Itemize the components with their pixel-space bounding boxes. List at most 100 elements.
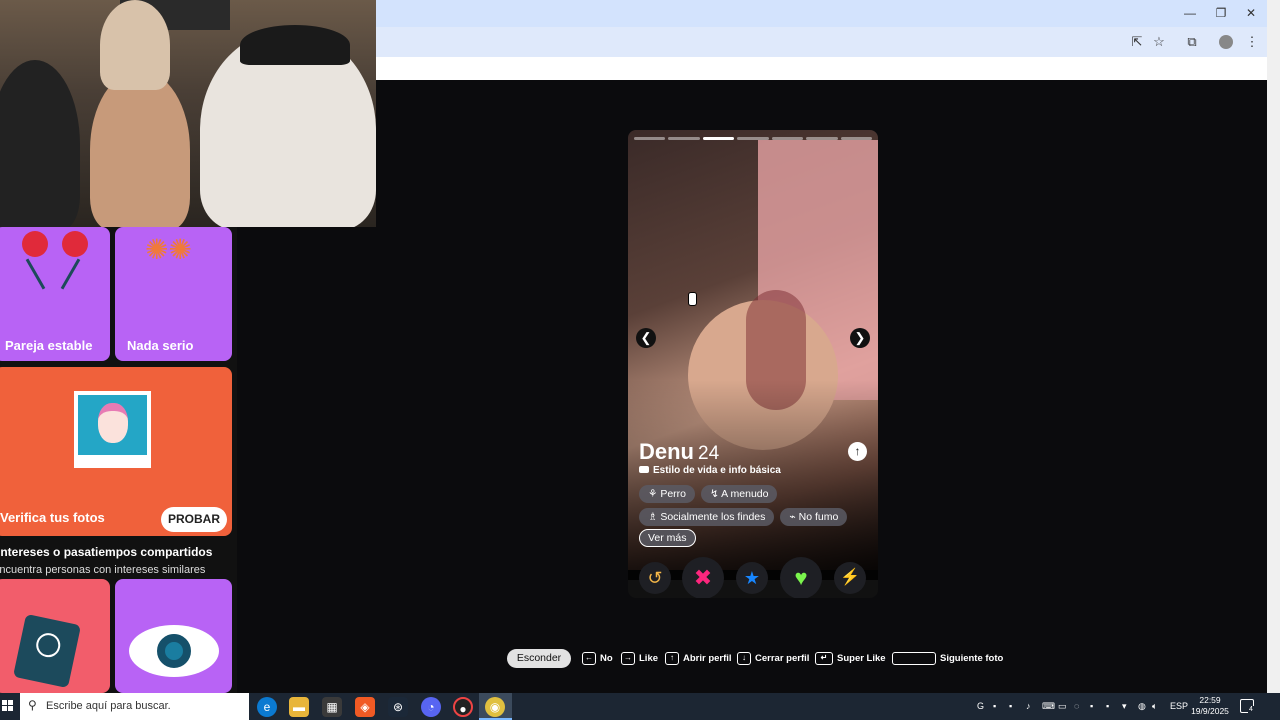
progress-segment [668, 137, 700, 140]
discord-icon[interactable]: ◔ [421, 697, 441, 717]
edge-icon[interactable]: e [257, 697, 277, 717]
webcam-overlay [0, 0, 376, 227]
steam-icon[interactable]: ⊛ [388, 697, 408, 717]
title-bar: — ❐ ✕ [376, 0, 1267, 27]
tag-icon [639, 466, 649, 473]
stem-2 [60, 258, 81, 290]
verify-photo-frame [74, 391, 151, 468]
minimize-button[interactable]: — [1180, 4, 1200, 22]
progress-segment [771, 137, 804, 140]
passport-icon [12, 613, 82, 689]
profile-name: Denu [639, 439, 694, 464]
progress-segment [840, 137, 872, 140]
tile-label: Nada serio [127, 338, 194, 353]
prev-photo-button[interactable]: ❮ [636, 328, 656, 348]
tray-nvidia-icon[interactable]: ▪ [993, 693, 996, 720]
chip-label: Perro [660, 488, 687, 500]
lifestyle-label: Estilo de vida e info básica [653, 465, 781, 476]
clock-date: 19/9/2025 [1191, 706, 1229, 716]
page-scrollbar[interactable] [1267, 0, 1280, 693]
chrome-taskbar-active[interactable]: ◉ [479, 693, 512, 720]
rewind-button[interactable]: ↺ [639, 562, 671, 594]
shortcut-no: ← No [582, 649, 613, 669]
restore-button[interactable]: ❐ [1211, 4, 1231, 22]
tile-pareja-estable[interactable]: Pareja estable [0, 227, 110, 361]
shortcut-label: Super Like [837, 653, 886, 664]
down-arrow-key-icon: ↓ [737, 651, 751, 665]
shortcut-label: Abrir perfil [683, 653, 732, 664]
probar-button[interactable]: PROBAR [161, 507, 227, 532]
screen: — ❐ ✕ ⇱ ☆ ⧉ ⋮ Pareja estable ✺✺ Nada ser… [0, 0, 1280, 720]
microphone-icon[interactable]: ♪ [1026, 693, 1031, 720]
taskbar-search[interactable]: ⚲ Escribe aquí para buscar. [20, 693, 249, 720]
next-photo-button[interactable]: ❯ [850, 328, 870, 348]
tray-antivirus-icon[interactable]: ▾ [1122, 693, 1127, 720]
nope-button[interactable]: ✖ [682, 557, 724, 598]
pupil [157, 634, 191, 668]
tray-app-icon[interactable]: ▪ [1009, 693, 1012, 720]
store-icon[interactable]: ▦ [322, 697, 342, 717]
tray-steam-icon[interactable]: ◌ [1074, 693, 1079, 720]
profile-age: 24 [698, 443, 720, 464]
face-icon [98, 403, 128, 443]
open-profile-button[interactable]: ↑ [848, 442, 867, 461]
shortcut-label: Siguiente foto [940, 653, 1004, 664]
notification-center-icon[interactable]: 4 [1240, 699, 1254, 713]
brave-icon[interactable]: ◈ [355, 697, 375, 717]
section-subtitle: Encuentra personas con intereses similar… [0, 564, 206, 576]
clock-time: 22:59 [1199, 695, 1221, 705]
boost-button[interactable]: ⚡ [834, 562, 866, 594]
tile-nada-serio[interactable]: ✺✺ Nada serio [115, 227, 232, 361]
shortcut-next-photo: Siguiente foto [892, 649, 1003, 669]
shortcut-open-profile: ↑ Abrir perfil [665, 649, 732, 669]
ver-mas-button[interactable]: Ver más [639, 529, 696, 547]
clock[interactable]: 22:59 19/9/2025 [1190, 695, 1230, 717]
shortcut-close-profile: ↓ Cerrar perfil [737, 649, 809, 669]
globe-icon [34, 630, 63, 660]
tray-keyboard-icon[interactable]: ⌨ [1042, 693, 1055, 720]
esconder-button[interactable]: Esconder [507, 649, 571, 668]
volume-icon[interactable]: 🔈︎ [1152, 693, 1157, 720]
tray-red-icon[interactable]: ▪ [1106, 693, 1109, 720]
taskbar: ⚲ Escribe aquí para buscar. e ▬ ▦ ◈ ⊛ ◔ … [0, 693, 1280, 720]
close-button[interactable]: ✕ [1241, 4, 1261, 22]
verify-label: Verifica tus fotos [0, 510, 105, 525]
up-arrow-key-icon: ↑ [665, 651, 679, 665]
sparkler-icon: ✺✺ [145, 234, 192, 265]
verify-photo [78, 395, 147, 455]
chip-smoking: ⌁ No fumo [780, 508, 848, 526]
photo-progress [634, 137, 872, 140]
eye-icon [129, 625, 219, 677]
obs-icon[interactable]: ● [453, 697, 473, 717]
install-app-icon[interactable]: ⇱ [1128, 33, 1146, 51]
language-indicator[interactable]: ESP [1170, 693, 1188, 720]
network-icon[interactable]: ◍ [1138, 693, 1146, 720]
rose-icon-2 [62, 231, 88, 257]
search-placeholder: Escribe aquí para buscar. [46, 700, 171, 712]
extensions-icon[interactable]: ⧉ [1183, 33, 1201, 51]
profile-avatar-icon[interactable] [1219, 35, 1233, 49]
shortcut-label: Cerrar perfil [755, 653, 810, 664]
enter-key-icon: ↵ [815, 651, 833, 665]
tile-eye[interactable] [115, 579, 232, 693]
chip-label: Socialmente los findes [660, 511, 766, 523]
tray-g-icon[interactable]: G [977, 693, 984, 720]
browser-chrome: — ❐ ✕ ⇱ ☆ ⧉ ⋮ [376, 0, 1267, 80]
windows-start-icon[interactable] [2, 700, 14, 712]
super-like-button[interactable]: ★ [736, 562, 768, 594]
shortcut-like: → Like [621, 649, 658, 669]
tray-orange-icon[interactable]: ▪ [1090, 693, 1093, 720]
name-row: Denu 24 [639, 439, 719, 465]
tray-display-icon[interactable]: ▭ [1058, 693, 1067, 720]
menu-kebab-icon[interactable]: ⋮ [1243, 33, 1261, 51]
shortcut-label: No [600, 653, 613, 664]
search-icon: ⚲ [28, 698, 37, 712]
tile-passport[interactable] [0, 579, 110, 693]
profile-card[interactable]: ❮ ❯ Denu 24 ↑ Estilo de vida e info básic… [628, 130, 878, 598]
like-button[interactable]: ♥ [780, 557, 822, 598]
webcam-person-center [90, 70, 190, 227]
bookmark-star-icon[interactable]: ☆ [1150, 33, 1168, 51]
section-title: Intereses o pasatiempos compartidos [0, 545, 213, 559]
progress-segment [806, 137, 838, 140]
file-explorer-icon[interactable]: ▬ [289, 697, 309, 717]
